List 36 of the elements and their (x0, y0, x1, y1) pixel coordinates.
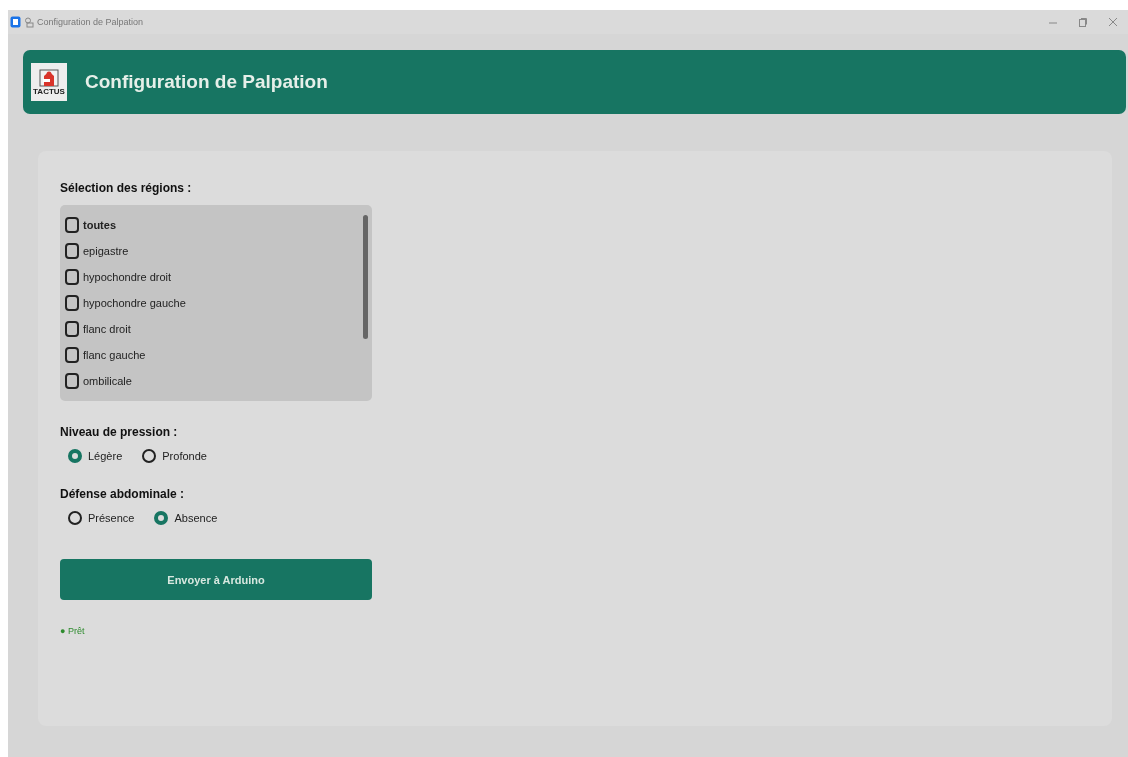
radio-button[interactable] (68, 511, 82, 525)
checkbox[interactable] (65, 269, 79, 285)
scrollbar[interactable] (363, 215, 368, 339)
checkbox-label: epigastre (83, 245, 129, 257)
app-title: Configuration de Palpation (85, 71, 328, 93)
send-button[interactable]: Envoyer à Arduino (60, 559, 372, 600)
radio-button[interactable] (68, 449, 82, 463)
logo-text: TACTUS (33, 86, 65, 96)
radio-label: Légère (88, 450, 123, 462)
section-label: Niveau de pression : (60, 425, 179, 439)
window-icon (24, 16, 34, 28)
radio-button[interactable] (154, 511, 169, 525)
radio-label: Absence (174, 512, 218, 524)
checkbox[interactable] (65, 295, 79, 311)
checkbox[interactable] (65, 347, 79, 363)
checkbox-label: flanc droit (83, 323, 131, 335)
radio-button[interactable] (142, 449, 157, 463)
checkbox-label: hypochondre droit (83, 271, 172, 283)
figure-icon (39, 68, 59, 87)
status-text: ● Prêt (60, 626, 86, 636)
radio-label: Présence (88, 512, 135, 524)
restore-icon[interactable] (1078, 17, 1088, 27)
section-label: Sélection des régions : (60, 181, 193, 195)
checkbox-label: ombilicale (83, 375, 132, 387)
checkbox-label: flanc gauche (83, 349, 146, 361)
checkbox[interactable] (65, 321, 79, 337)
checkbox[interactable] (65, 373, 79, 389)
section-label: Défense abdominale : (60, 487, 186, 501)
app-icon (10, 16, 21, 28)
radio-label: Profonde (162, 450, 207, 462)
checkbox[interactable] (65, 217, 79, 233)
checkbox[interactable] (65, 243, 79, 259)
checkbox-label: hypochondre gauche (83, 297, 186, 309)
window-title: Configuration de Palpation (37, 17, 144, 27)
close-icon[interactable] (1108, 17, 1118, 27)
checkbox-label: toutes (83, 219, 116, 231)
